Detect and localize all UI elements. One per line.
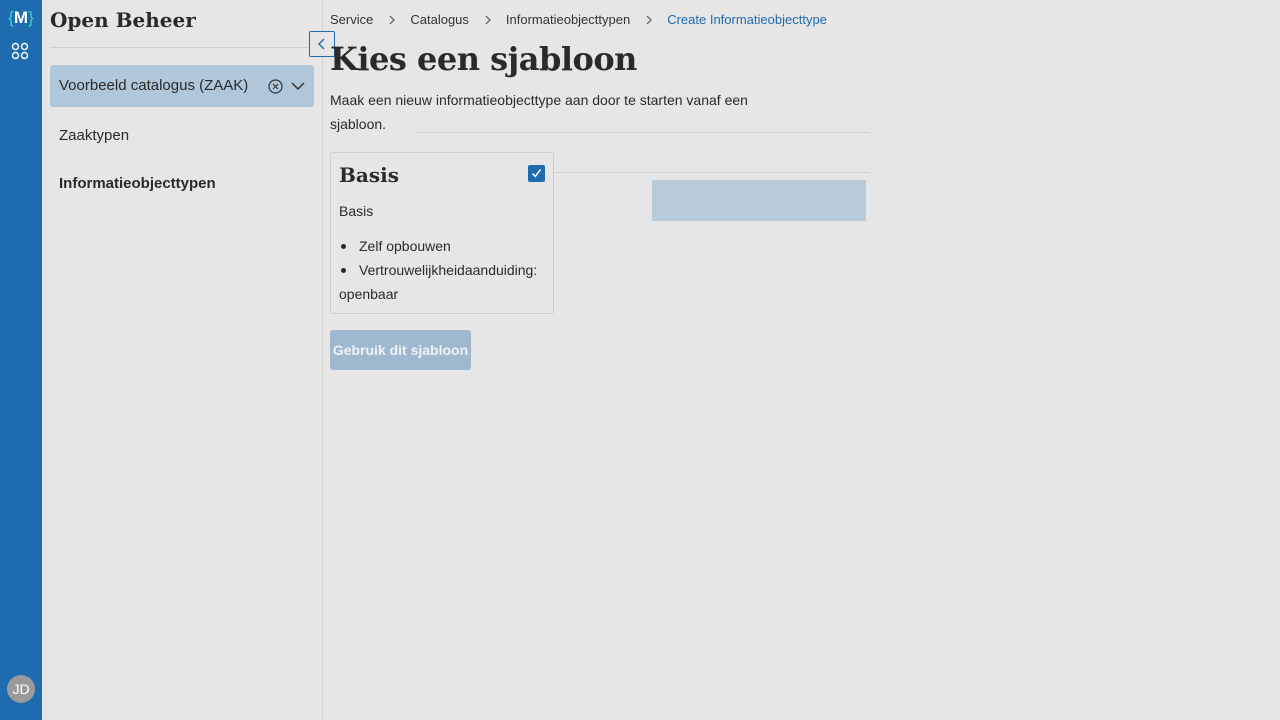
grid-icon[interactable] xyxy=(11,42,29,60)
app-rail: {M} JD xyxy=(0,0,42,720)
logo-letter: M xyxy=(13,8,29,27)
breadcrumb-current: Create Informatieobjecttype xyxy=(667,12,827,27)
chevron-right-icon xyxy=(485,15,491,24)
catalog-select-value: Voorbeeld catalogus (ZAAK) xyxy=(59,77,249,94)
app-logo[interactable]: {M} xyxy=(4,6,38,30)
sidebar: Open Beheer Voorbeeld catalogus (ZAAK) Z… xyxy=(42,0,323,720)
sidebar-divider xyxy=(50,47,314,48)
template-checkbox[interactable] xyxy=(528,165,545,182)
template-card-title: Basis xyxy=(339,163,399,187)
chevron-right-icon xyxy=(646,15,653,24)
chevron-down-icon[interactable] xyxy=(290,78,306,94)
page-intro: Maak een nieuw informatieobjecttype aan … xyxy=(330,92,748,132)
chevron-right-icon xyxy=(389,15,396,24)
template-card-bullets: Zelf opbouwen Vertrouwelijkheidaanduidin… xyxy=(339,234,551,306)
list-item: Zelf opbouwen xyxy=(339,234,551,258)
breadcrumb: Service Catalogus Informatieobjecttypen … xyxy=(330,12,827,27)
page-title: Kies een sjabloon xyxy=(330,40,637,78)
chevron-left-icon xyxy=(318,38,325,50)
sidebar-item-informatieobjecttypen[interactable]: Informatieobjecttypen xyxy=(59,175,216,192)
template-card[interactable]: Basis Basis Zelf opbouwen Vertrouwelijkh… xyxy=(330,152,554,314)
sidebar-item-zaaktypen[interactable]: Zaaktypen xyxy=(59,127,129,144)
logo-bracket-right: } xyxy=(28,8,34,27)
list-item: Vertrouwelijkheidaanduiding: openbaar xyxy=(339,258,551,306)
ghost-button xyxy=(652,180,866,221)
breadcrumb-catalogus[interactable]: Catalogus xyxy=(410,12,469,27)
breadcrumb-informatieobjecttypen[interactable]: Informatieobjecttypen xyxy=(506,12,630,27)
use-template-button[interactable]: Gebruik dit sjabloon xyxy=(330,330,471,370)
check-icon xyxy=(531,169,542,178)
breadcrumb-service[interactable]: Service xyxy=(330,12,373,27)
app-title: Open Beheer xyxy=(50,8,196,32)
catalog-select[interactable]: Voorbeeld catalogus (ZAAK) xyxy=(50,65,314,107)
template-card-subtitle: Basis xyxy=(339,203,374,219)
avatar[interactable]: JD xyxy=(7,675,35,703)
clear-circle-icon[interactable] xyxy=(268,79,283,94)
